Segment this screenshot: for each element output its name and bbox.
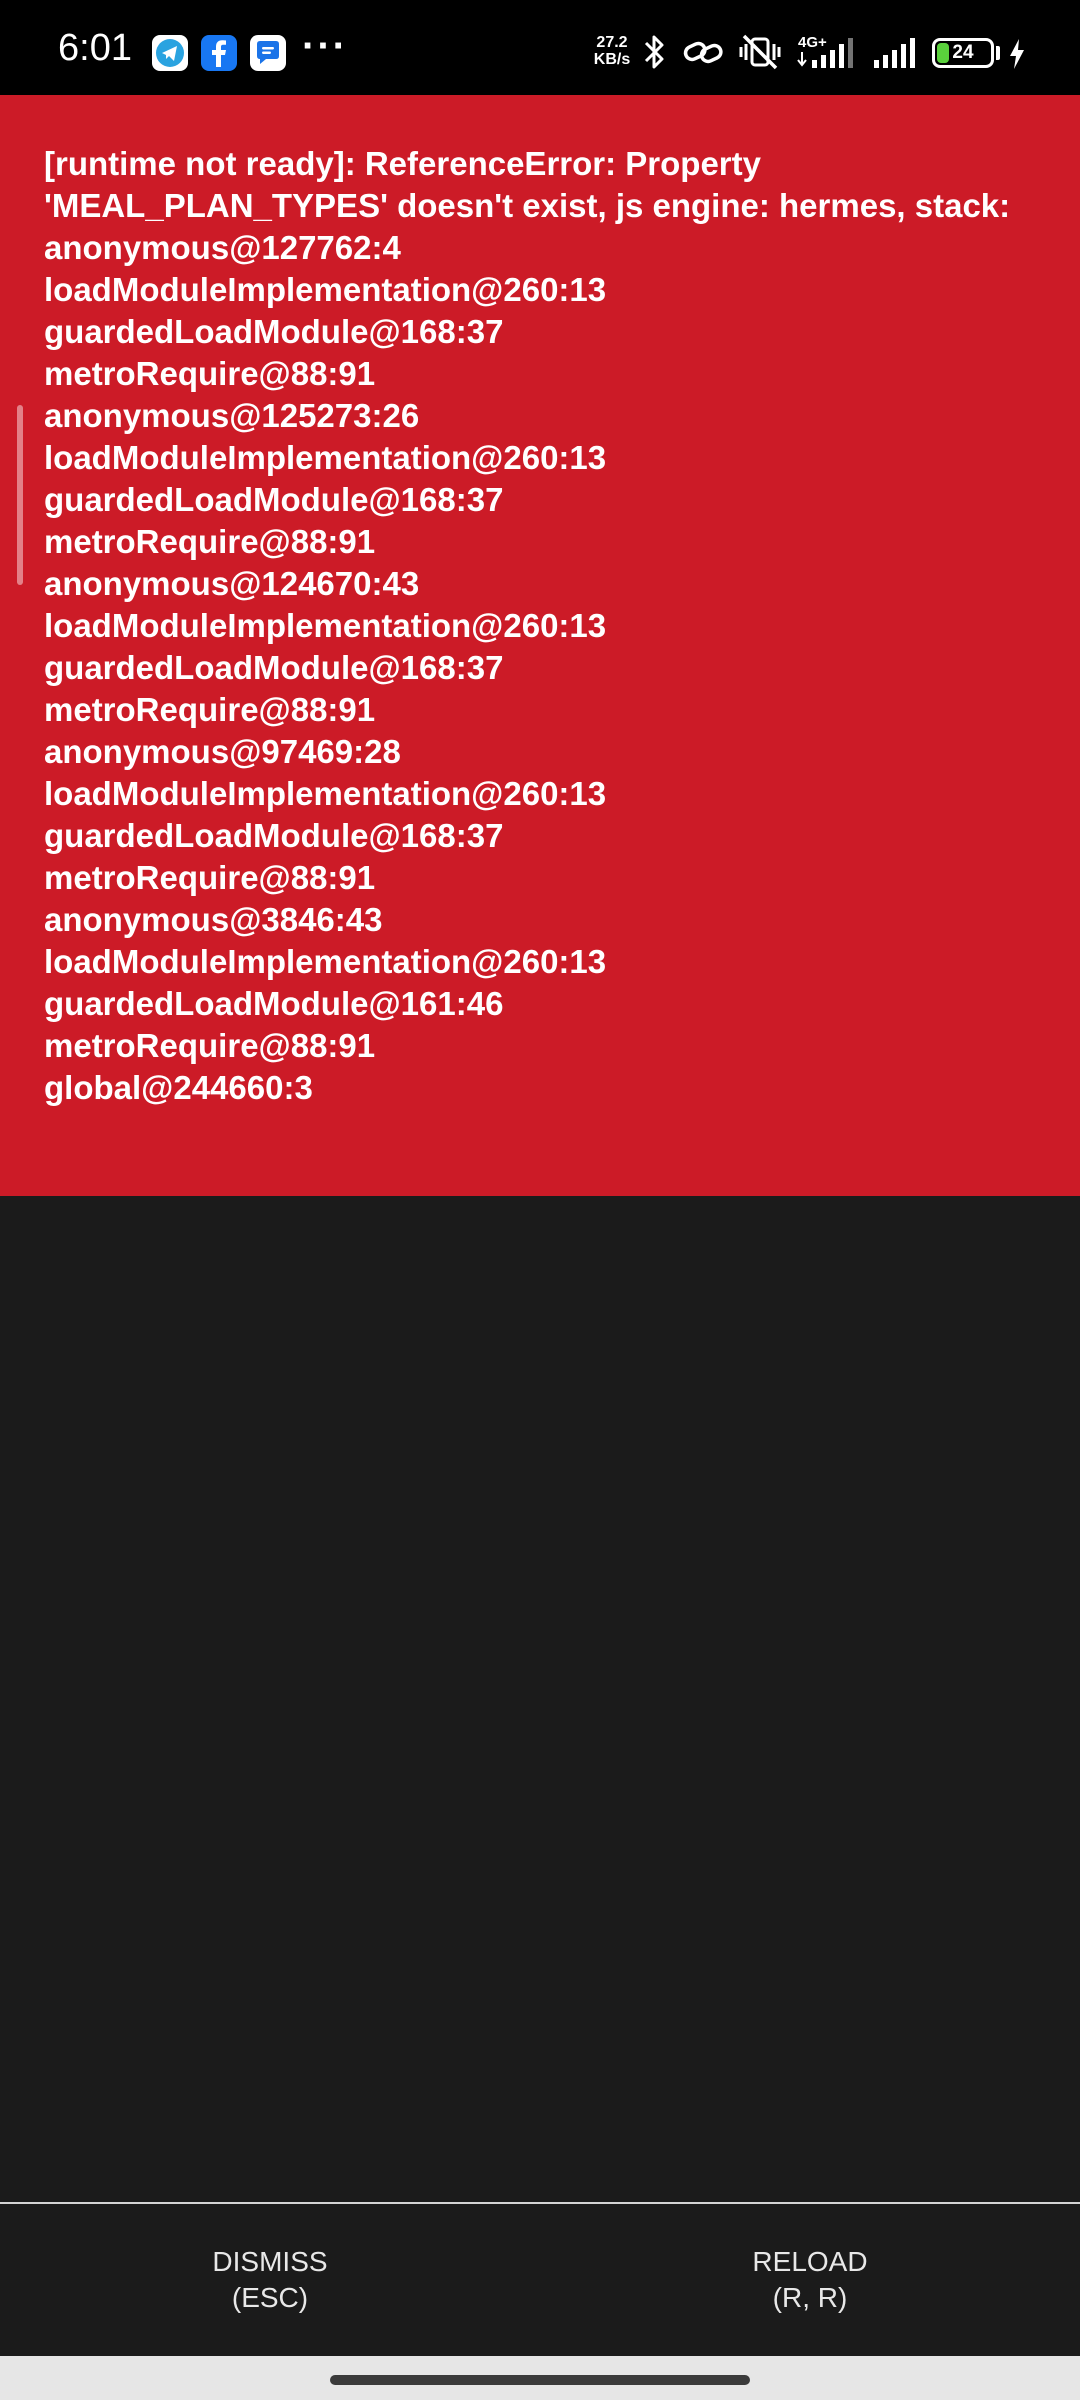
button-bar: DISMISS (ESC) RELOAD (R, R) xyxy=(0,2202,1080,2356)
home-indicator[interactable] xyxy=(330,2375,750,2385)
error-line: guardedLoadModule@168:37 xyxy=(44,481,504,518)
dismiss-shortcut: (ESC) xyxy=(231,2282,309,2313)
error-line: anonymous@124670:43 xyxy=(44,565,420,602)
error-line: guardedLoadModule@161:46 xyxy=(44,985,504,1022)
network-speed: 27.2 KB/s xyxy=(593,34,631,68)
reload-label: RELOAD xyxy=(752,2246,868,2277)
dismiss-label: DISMISS xyxy=(212,2246,328,2277)
error-line: guardedLoadModule@168:37 xyxy=(44,817,504,854)
error-line: metroRequire@88:91 xyxy=(44,523,376,560)
error-line: global@244660:3 xyxy=(44,1069,313,1106)
reload-button[interactable]: RELOAD (R, R) xyxy=(540,2204,1080,2356)
error-line: guardedLoadModule@168:37 xyxy=(44,649,504,686)
svg-text:4G+: 4G+ xyxy=(798,34,827,51)
facebook-icon xyxy=(201,35,237,71)
error-line: anonymous@97469:28 xyxy=(44,733,401,770)
error-line: metroRequire@88:91 xyxy=(44,355,376,392)
error-line: anonymous@3846:43 xyxy=(44,901,383,938)
signal-icon xyxy=(872,34,924,72)
more-notifications-icon: ··· xyxy=(302,24,348,68)
link-icon xyxy=(682,36,724,68)
error-line: guardedLoadModule@168:37 xyxy=(44,313,504,350)
scroll-indicator[interactable] xyxy=(17,405,23,585)
error-line: 'MEAL_PLAN_TYPES' doesn't exist, js engi… xyxy=(44,187,1011,224)
error-line: loadModuleImplementation@260:13 xyxy=(44,607,607,644)
battery-cap xyxy=(996,46,1000,60)
error-line: metroRequire@88:91 xyxy=(44,859,376,896)
reload-shortcut: (R, R) xyxy=(772,2282,848,2313)
error-line: [runtime not ready]: ReferenceError: Pro… xyxy=(44,145,761,182)
signal-icon: 4G+ xyxy=(796,34,860,72)
battery-icon: 24 xyxy=(932,38,994,68)
navigation-bar xyxy=(0,2356,1080,2400)
status-time: 6:01 xyxy=(58,27,132,69)
vibrate-off-icon xyxy=(738,33,782,71)
bluetooth-icon xyxy=(642,32,668,72)
error-line: metroRequire@88:91 xyxy=(44,1027,376,1064)
charging-bolt-icon xyxy=(1008,38,1026,70)
telegram-icon xyxy=(152,35,188,71)
error-line: loadModuleImplementation@260:13 xyxy=(44,439,607,476)
status-bar: 6:01 ··· 27.2 KB/s 4G+ 24 xyxy=(0,0,1080,95)
messages-icon xyxy=(250,35,286,71)
error-line: metroRequire@88:91 xyxy=(44,691,376,728)
error-message: [runtime not ready]: ReferenceError: Pro… xyxy=(44,143,1054,1109)
error-line: anonymous@127762:4 xyxy=(44,229,401,266)
error-line: anonymous@125273:26 xyxy=(44,397,420,434)
error-line: loadModuleImplementation@260:13 xyxy=(44,775,607,812)
dismiss-button[interactable]: DISMISS (ESC) xyxy=(0,2204,540,2356)
battery-level: 24 xyxy=(952,42,974,63)
error-line: loadModuleImplementation@260:13 xyxy=(44,943,607,980)
error-panel: [runtime not ready]: ReferenceError: Pro… xyxy=(0,95,1080,1196)
error-line: loadModuleImplementation@260:13 xyxy=(44,271,607,308)
